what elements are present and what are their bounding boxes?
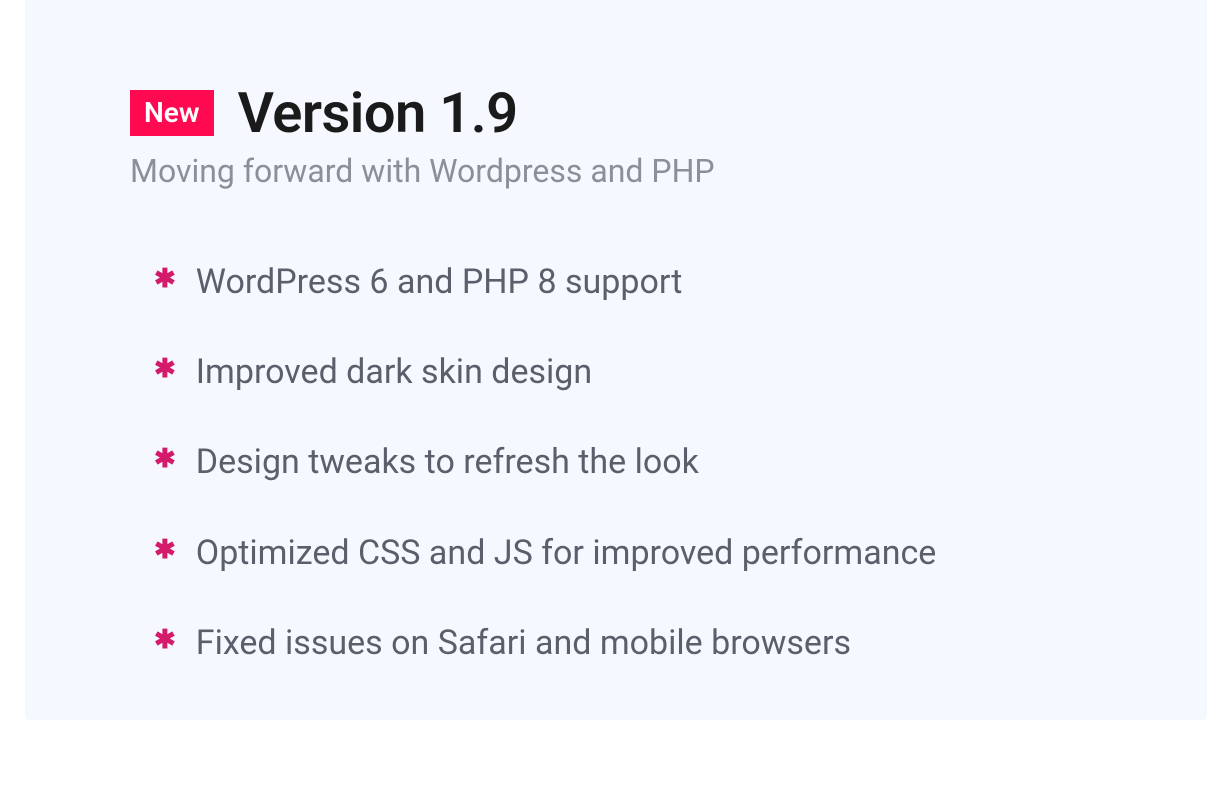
feature-text: Fixed issues on Safari and mobile browse…: [196, 621, 851, 665]
feature-text: Optimized CSS and JS for improved perfor…: [196, 531, 937, 575]
asterisk-icon: ✱: [154, 440, 176, 479]
feature-text: Improved dark skin design: [196, 350, 592, 394]
list-item: ✱ Design tweaks to refresh the look: [154, 440, 1127, 484]
list-item: ✱ Fixed issues on Safari and mobile brow…: [154, 621, 1127, 665]
asterisk-icon: ✱: [154, 621, 176, 660]
asterisk-icon: ✱: [154, 260, 176, 299]
asterisk-icon: ✱: [154, 350, 176, 389]
list-item: ✱ Improved dark skin design: [154, 350, 1127, 394]
feature-text: WordPress 6 and PHP 8 support: [196, 260, 683, 304]
version-title: Version 1.9: [238, 80, 518, 146]
asterisk-icon: ✱: [154, 531, 176, 570]
list-item: ✱ WordPress 6 and PHP 8 support: [154, 260, 1127, 304]
feature-list: ✱ WordPress 6 and PHP 8 support ✱ Improv…: [130, 260, 1127, 665]
feature-text: Design tweaks to refresh the look: [196, 440, 699, 484]
list-item: ✱ Optimized CSS and JS for improved perf…: [154, 531, 1127, 575]
header-row: New Version 1.9: [130, 80, 1127, 146]
subtitle: Moving forward with Wordpress and PHP: [130, 152, 1127, 190]
release-card: New Version 1.9 Moving forward with Word…: [25, 0, 1207, 720]
new-badge: New: [130, 90, 214, 136]
